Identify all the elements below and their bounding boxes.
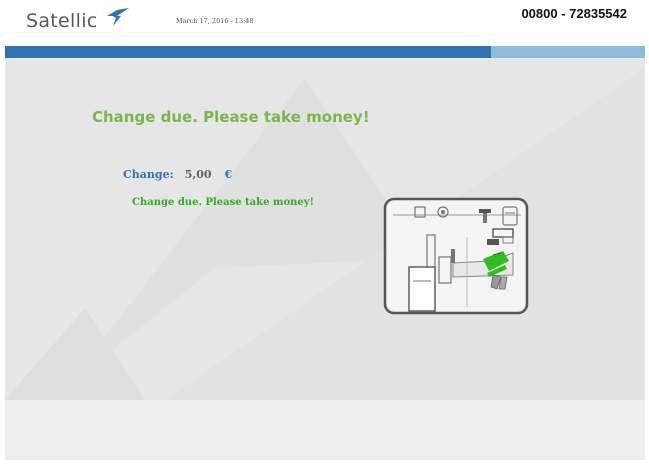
- change-row: Change: 5,00 €: [123, 163, 232, 182]
- satellic-logo-icon: [107, 8, 129, 26]
- date-time: March 17, 2016 - 13:48: [176, 17, 254, 25]
- page-title: Change due. Please take money!: [92, 108, 370, 126]
- change-label: Change:: [123, 168, 174, 181]
- change-amount: 5,00: [184, 168, 212, 181]
- header-bar: Satellic March 17, 2016 - 13:48 00800 - …: [0, 0, 649, 46]
- footer-area: [5, 400, 645, 460]
- support-phone: 00800 - 72835542: [521, 6, 627, 21]
- progress-bar-primary: [5, 46, 491, 58]
- status-message: Change due. Please take money!: [132, 197, 314, 208]
- terminal-change-tray-illustration: [383, 197, 529, 315]
- progress-bar-secondary: [491, 46, 645, 58]
- satellic-logo-text: Satellic: [26, 10, 98, 32]
- currency-symbol: €: [224, 168, 233, 181]
